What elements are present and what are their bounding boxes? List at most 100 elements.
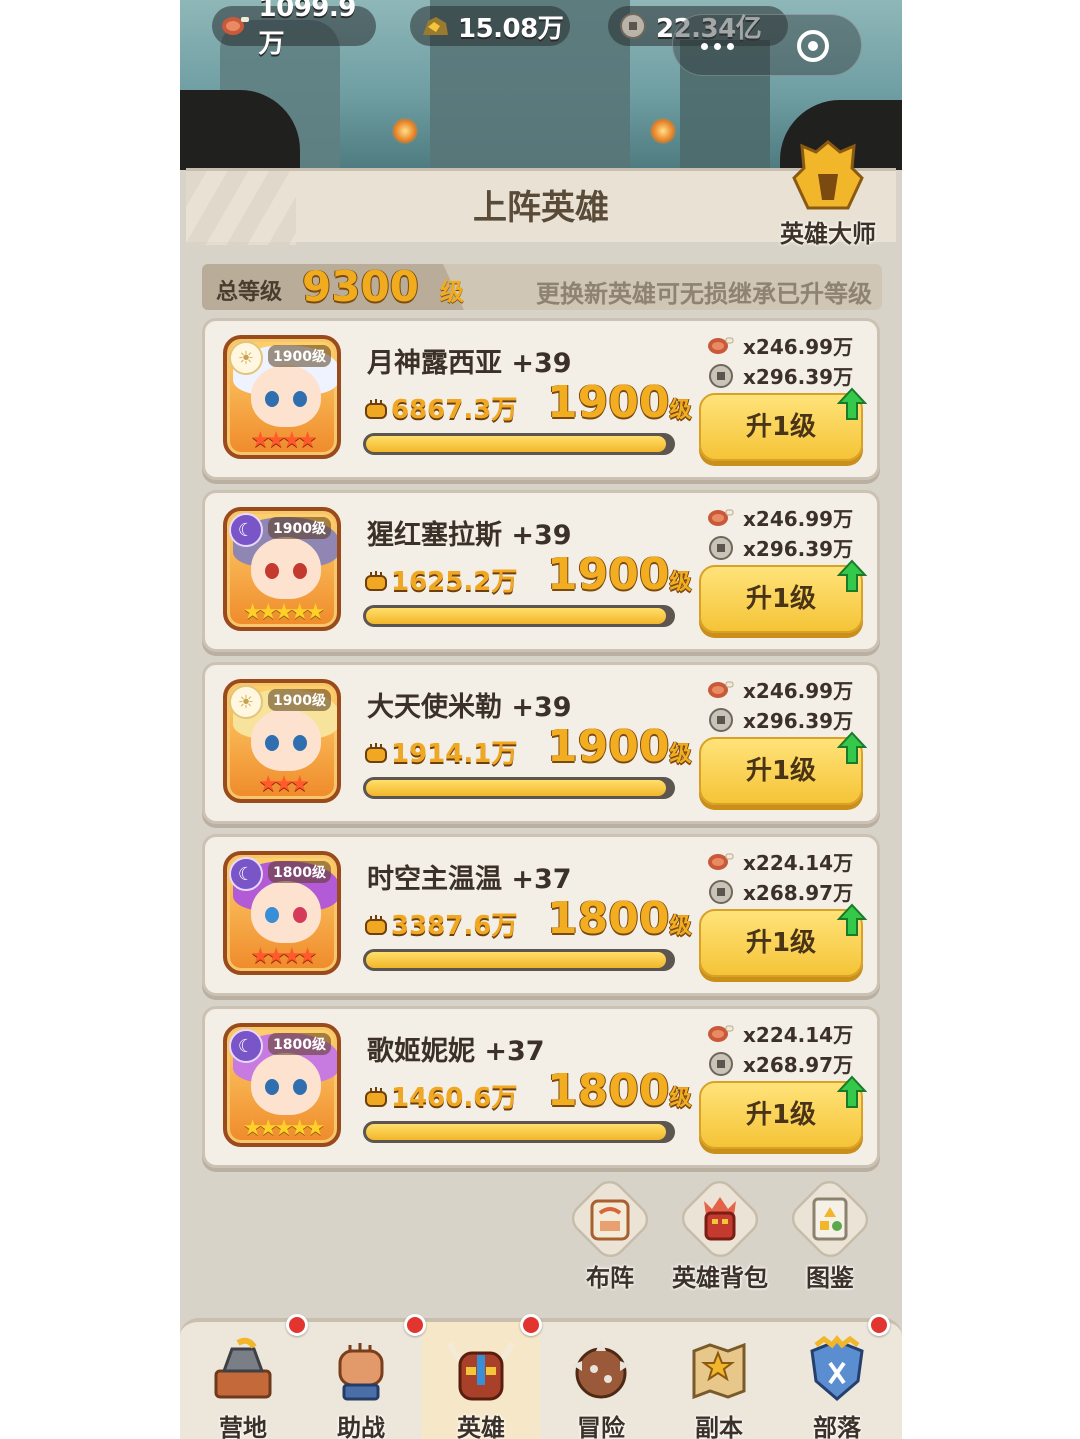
hero-level: 1800级 [547,1065,692,1116]
hero-portrait[interactable]: ☀ 1900级 ★★★ [223,679,341,803]
moon-emblem-icon: ☾ [229,1029,263,1063]
hero-card[interactable]: ☀ 1900级 ★★★ 大天使米勒 +39 1914.1万 1900级 x246… [202,662,880,824]
meat-icon [220,11,253,41]
hero-name: 大天使米勒 +39 [367,692,572,723]
meat-icon [707,850,735,874]
portrait-level-tag: 1800级 [268,1033,331,1055]
meat-icon [707,678,735,702]
level-progress-bar [363,1121,675,1143]
meat-cost: x224.14万 [707,1019,853,1048]
nav-item-assist[interactable]: 助战 [302,1322,420,1439]
codex-button[interactable]: 图鉴 [780,1174,880,1292]
formation-icon [560,1180,660,1258]
meat-icon [707,334,735,358]
meat-amount: 1099.9万 [258,0,357,59]
hero-name: 时空主温温 +37 [367,864,572,895]
gold-ore-resource[interactable]: 15.08万 [410,6,570,46]
coin-icon [707,535,735,560]
inherit-hint: 更换新英雄可无损继承已升等级 [536,280,872,308]
nav-label-camp: 营地 [219,1414,267,1439]
hero-card[interactable]: ☾ 1900级 ★★★★★ 猩红塞拉斯 +39 1625.2万 1900级 x2… [202,490,880,652]
up-arrow-icon [837,559,867,592]
up-arrow-icon [837,903,867,936]
meat-cost: x246.99万 [707,503,853,532]
meat-resource[interactable]: 1099.9万 [212,0,376,59]
nav-item-adventure[interactable]: 冒险 [542,1322,660,1439]
nav-label-dungeon: 副本 [695,1414,743,1439]
coin-icon [707,363,735,388]
hero-portrait[interactable]: ☾ 1900级 ★★★★★ [223,507,341,631]
up-arrow-icon [837,1075,867,1108]
notification-badge [520,1314,542,1336]
hero-portrait[interactable]: ☀ 1900级 ★★★★ [223,335,341,459]
camp-icon [204,1330,282,1410]
level-progress-bar [363,605,675,627]
level-progress-fill [366,1124,666,1140]
hero-portrait[interactable]: ☾ 1800级 ★★★★★ [223,1023,341,1147]
total-level-value: 9300 [302,262,419,311]
meat-cost: x224.14万 [707,847,853,876]
fist-icon [322,1330,400,1410]
meat-cost: x246.99万 [707,331,853,360]
game-screen: 1099.9万 15.08万 22.34亿 上阵英雄 英雄大师 总等级 9300… [180,0,902,1439]
more-menu-button[interactable] [701,43,734,50]
portrait-level-tag: 1900级 [268,689,331,711]
coin-icon [707,1051,735,1076]
gold-ore-amount: 15.08万 [458,13,564,44]
nav-item-tribe[interactable]: 部落 [778,1322,896,1439]
moon-emblem-icon: ☾ [229,857,263,891]
nav-label-assist: 助战 [337,1414,385,1439]
notification-badge [868,1314,890,1336]
hero-bag-icon [670,1180,770,1258]
nav-item-dungeon[interactable]: 副本 [660,1322,778,1439]
nav-label-adventure: 冒险 [577,1414,625,1439]
hero-card[interactable]: ☾ 1800级 ★★★★★ 歌姬妮妮 +37 1460.6万 1800级 x22… [202,1006,880,1168]
coin-icon [707,707,735,732]
up-arrow-icon [837,387,867,420]
hero-card[interactable]: ☾ 1800级 ★★★★ 时空主温温 +37 3387.6万 1800级 x22… [202,834,880,996]
formation-button[interactable]: 布阵 [560,1174,660,1292]
adventure-icon [562,1330,640,1410]
mini-program-capsule [672,14,862,76]
level-progress-fill [366,952,666,968]
nav-label-tribe: 部落 [813,1414,861,1439]
close-target-button[interactable] [797,30,829,62]
notification-badge [404,1314,426,1336]
coin-cost: x268.97万 [707,1049,853,1078]
hero-power: 3387.6万 [363,905,517,942]
hero-level: 1900级 [547,549,692,600]
hero-name: 歌姬妮妮 +37 [367,1036,545,1067]
portrait-level-tag: 1900级 [268,517,331,539]
meat-icon [707,1022,735,1046]
nav-item-hero[interactable]: 英雄 [422,1322,540,1439]
fist-power-icon [365,1087,387,1107]
meat-cost: x246.99万 [707,675,853,704]
moon-emblem-icon: ☾ [229,513,263,547]
coin-icon [616,11,650,41]
portrait-level-tag: 1800级 [268,861,331,883]
star-rating: ★★★★ [250,428,318,453]
coin-cost: x296.39万 [707,361,853,390]
hero-portrait[interactable]: ☾ 1800级 ★★★★ [223,851,341,975]
hero-bag-button[interactable]: 英雄背包 [670,1174,770,1292]
hero-power: 1914.1万 [363,733,517,770]
nav-label-hero: 英雄 [457,1414,505,1439]
hero-level: 1900级 [547,377,692,428]
hero-level: 1800级 [547,893,692,944]
hero-master-button[interactable]: 英雄大师 [768,138,888,248]
helmet-icon [792,140,864,210]
star-rating: ★★★★★ [242,1116,326,1141]
fist-power-icon [365,571,387,591]
hero-master-label: 英雄大师 [780,220,876,248]
notification-badge [286,1314,308,1336]
meat-icon [707,506,735,530]
fist-power-icon [365,915,387,935]
nav-item-camp[interactable]: 营地 [184,1322,302,1439]
codex-icon [780,1180,880,1258]
codex-label: 图鉴 [806,1264,854,1292]
sun-emblem-icon: ☀ [229,341,263,375]
level-progress-fill [366,780,666,796]
coin-cost: x296.39万 [707,533,853,562]
coin-cost: x268.97万 [707,877,853,906]
hero-card[interactable]: ☀ 1900级 ★★★★ 月神露西亚 +39 6867.3万 1900级 x24… [202,318,880,480]
